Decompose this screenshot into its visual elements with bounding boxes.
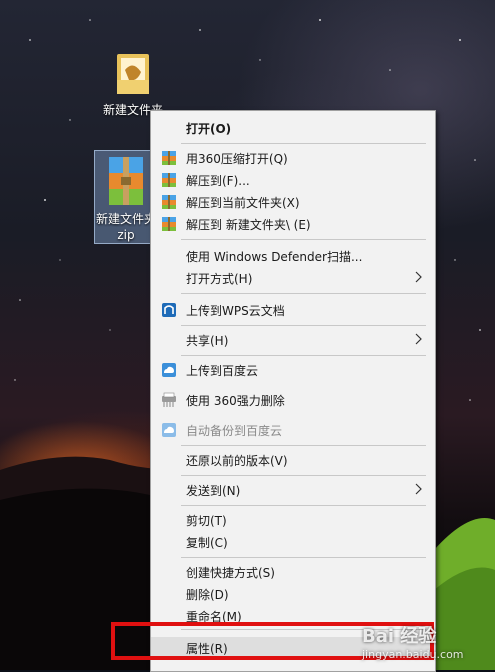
desktop-icon-folder[interactable]: 新建文件夹 [98,50,168,118]
menu-item-open-with[interactable]: 打开方式(H) [151,267,435,289]
menu-separator [181,445,426,446]
menu-item-label: 复制(C) [186,536,228,550]
menu-item-label: 解压到(F)... [186,174,250,188]
menu-item-label: 使用 Windows Defender扫描... [186,250,363,264]
menu-item-cut[interactable]: 剪切(T) [151,509,435,531]
menu-separator [181,143,426,144]
baidu-jingyan-watermark: Bai 经验 jingyan.baidu.com [362,622,464,661]
archive-icon [162,217,176,231]
context-menu: 打开(O) 用360压缩打开(Q) 解压到(F)... 解压到当前文件夹(X) … [150,110,436,672]
menu-item-label: 使用 360强力删除 [186,394,285,408]
desktop-icon-label-ext: zip [117,228,135,242]
menu-item-label: 发送到(N) [186,484,241,498]
menu-item-label: 打开方式(H) [186,272,253,286]
winrar-archive-icon [109,157,143,205]
menu-item-extract-to-folder[interactable]: 解压到 新建文件夹\ (E) [151,213,435,235]
menu-item-copy[interactable]: 复制(C) [151,531,435,553]
menu-separator [181,239,426,240]
baidu-cloud-icon [162,423,176,437]
menu-item-label: 上传到百度云 [186,364,259,378]
menu-item-label: 用360压缩打开(Q) [186,152,288,166]
menu-item-360-shred[interactable]: 使用 360强力删除 [151,389,435,411]
menu-item-upload-baidu[interactable]: 上传到百度云 [151,359,435,381]
archive-icon [162,173,176,187]
desktop-icon-label: 新建文件夹 [95,212,156,226]
menu-item-label: 还原以前的版本(V) [186,454,288,468]
menu-item-label: 删除(D) [186,588,229,602]
menu-item-extract-here[interactable]: 解压到当前文件夹(X) [151,191,435,213]
folder-icon [117,54,149,94]
menu-item-open[interactable]: 打开(O) [151,117,435,139]
desktop-icon-zip[interactable]: 新建文件夹 zip [94,150,158,244]
menu-item-restore-versions[interactable]: 还原以前的版本(V) [151,449,435,471]
menu-item-label: 剪切(T) [186,514,227,528]
menu-item-auto-backup-baidu[interactable]: 自动备份到百度云 [151,419,435,441]
chevron-right-icon [415,483,422,495]
menu-item-share[interactable]: 共享(H) [151,329,435,351]
menu-item-upload-wps[interactable]: 上传到WPS云文档 [151,299,435,321]
watermark-subtext: jingyan.baidu.com [362,648,464,661]
menu-separator [181,355,426,356]
baidu-cloud-icon [162,363,176,377]
chevron-right-icon [415,271,422,283]
shredder-icon [162,392,176,407]
menu-item-label: 共享(H) [186,334,229,348]
menu-item-label: 创建快捷方式(S) [186,566,275,580]
menu-item-label: 解压到 新建文件夹\ (E) [186,218,311,232]
menu-item-open-360zip[interactable]: 用360压缩打开(Q) [151,147,435,169]
menu-separator [181,557,426,558]
menu-separator [181,475,426,476]
menu-separator [181,325,426,326]
menu-item-label: 打开(O) [186,122,232,136]
watermark-text: Bai 经验 [362,626,437,647]
archive-icon [162,195,176,209]
menu-item-label: 上传到WPS云文档 [186,304,285,318]
wps-cloud-icon [162,303,176,317]
menu-item-delete[interactable]: 删除(D) [151,583,435,605]
archive-icon [162,151,176,165]
menu-item-create-shortcut[interactable]: 创建快捷方式(S) [151,561,435,583]
menu-item-label: 解压到当前文件夹(X) [186,196,300,210]
menu-separator [181,293,426,294]
chevron-right-icon [415,333,422,345]
menu-separator [181,505,426,506]
menu-item-label: 自动备份到百度云 [186,424,283,438]
menu-item-send-to[interactable]: 发送到(N) [151,479,435,501]
menu-item-defender-scan[interactable]: 使用 Windows Defender扫描... [151,245,435,267]
menu-item-extract-to[interactable]: 解压到(F)... [151,169,435,191]
